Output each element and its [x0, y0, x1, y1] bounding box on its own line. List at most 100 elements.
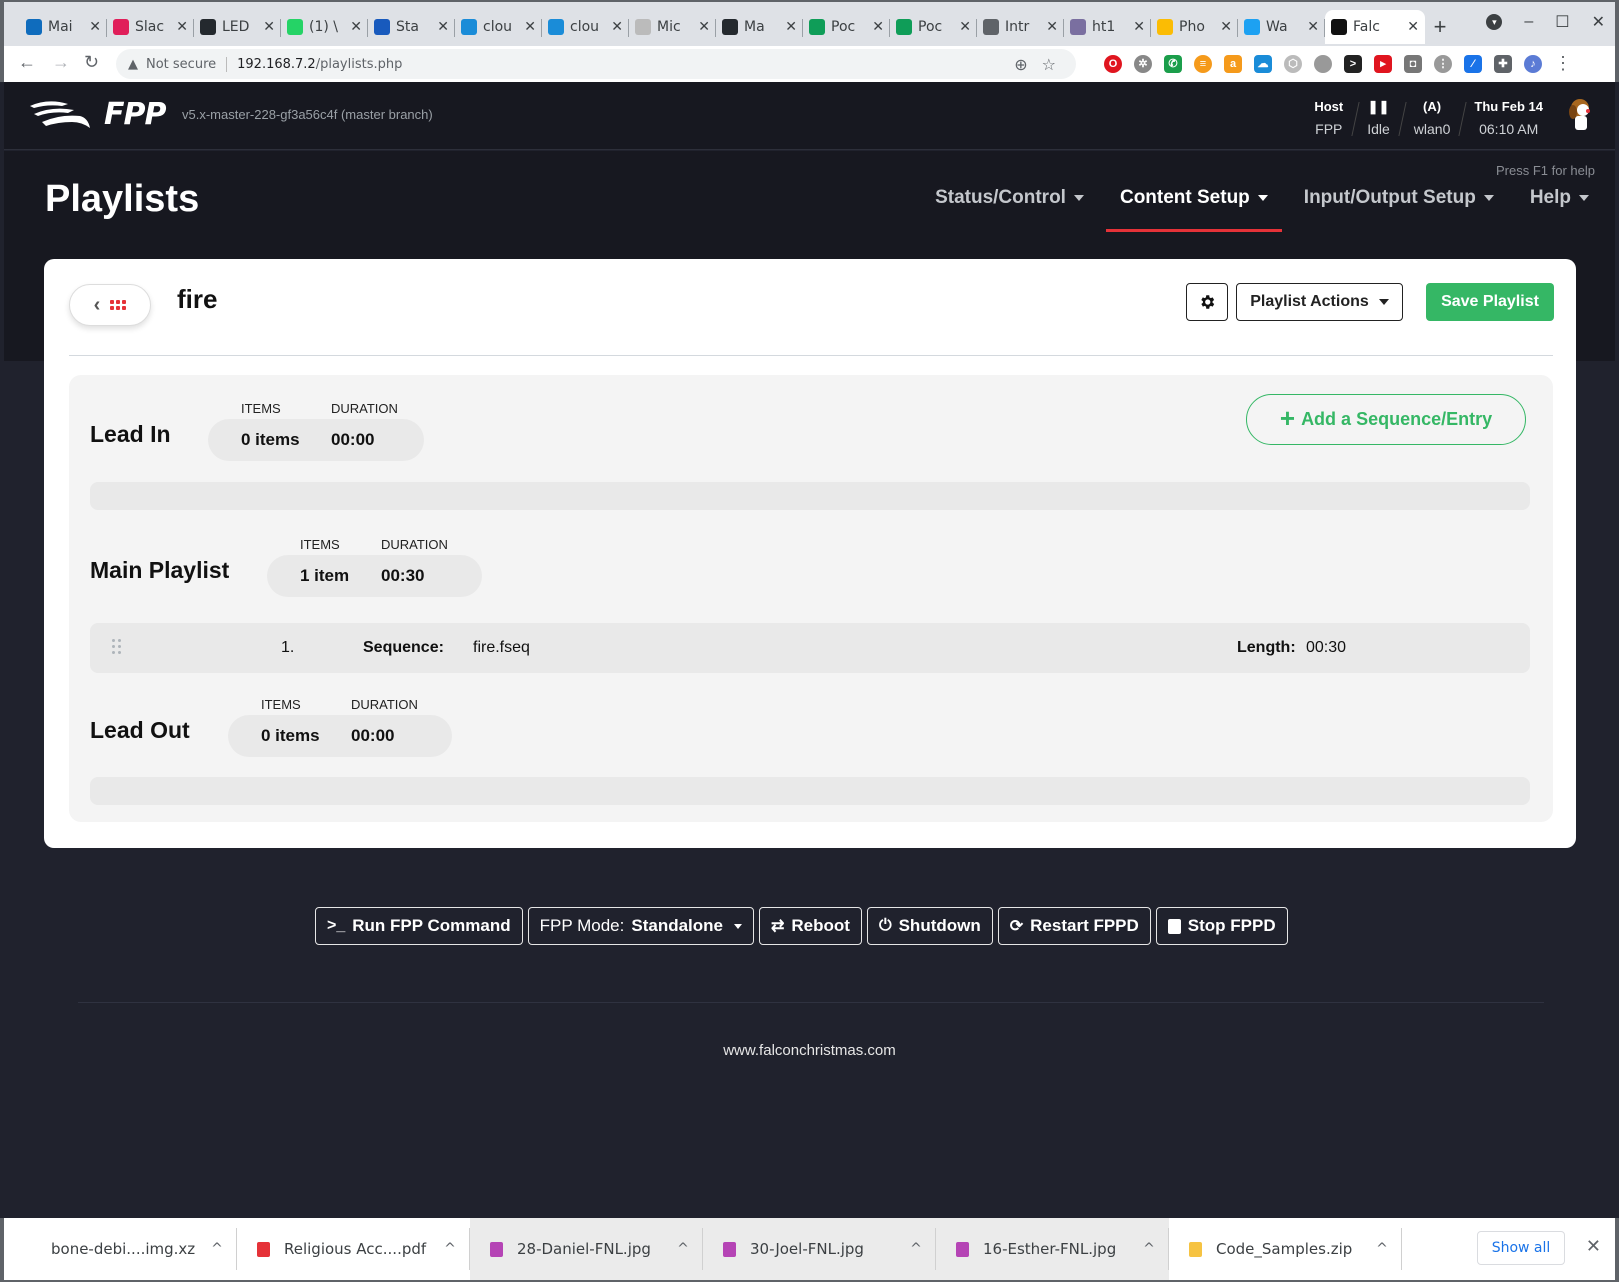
- chevron-up-icon[interactable]: ^: [197, 1241, 237, 1257]
- add-sequence-entry-button[interactable]: + Add a Sequence/Entry: [1246, 394, 1526, 445]
- nav-help[interactable]: Help: [1516, 187, 1603, 231]
- fpp-logo[interactable]: FPP: [28, 96, 166, 132]
- browser-tab[interactable]: Sta ✕: [368, 10, 455, 44]
- close-tab-icon[interactable]: ✕: [872, 19, 884, 35]
- drag-handle-icon[interactable]: [112, 639, 121, 654]
- status-player[interactable]: ❚❚ Idle: [1355, 96, 1402, 140]
- back-to-playlists-button[interactable]: ‹: [69, 284, 151, 326]
- section-title: Lead Out: [90, 717, 190, 743]
- browser-tab[interactable]: Intr ✕: [977, 10, 1064, 44]
- back-icon[interactable]: ←: [18, 52, 36, 73]
- close-tab-icon[interactable]: ✕: [524, 19, 536, 35]
- profile-avatar[interactable]: ♪: [1524, 54, 1542, 73]
- close-tab-icon[interactable]: ✕: [89, 19, 101, 35]
- bulb-extension-icon[interactable]: ◘: [1404, 54, 1422, 73]
- close-tab-icon[interactable]: ✕: [1220, 19, 1232, 35]
- download-item[interactable]: 30-Joel-FNL.jpg ^: [703, 1218, 936, 1280]
- lead-in-drop-zone[interactable]: [90, 482, 1530, 510]
- phone-extension-icon[interactable]: ✆: [1164, 54, 1182, 73]
- opera-extension-icon[interactable]: O: [1104, 54, 1122, 73]
- zoom-icon[interactable]: ⊕: [1014, 55, 1027, 74]
- fpp-mode-dropdown[interactable]: FPP Mode: Standalone: [527, 907, 754, 945]
- bookmark-star-icon[interactable]: ☆: [1042, 55, 1056, 74]
- save-playlist-button[interactable]: Save Playlist: [1426, 283, 1554, 321]
- browser-tab[interactable]: Falc ✕: [1325, 10, 1425, 44]
- browser-tab[interactable]: (1) \ ✕: [281, 10, 368, 44]
- close-shelf-icon[interactable]: ✕: [1586, 1236, 1601, 1257]
- new-tab-icon[interactable]: +: [1425, 10, 1455, 44]
- close-window-icon[interactable]: ✕: [1592, 12, 1605, 32]
- download-item[interactable]: 28-Daniel-FNL.jpg ^: [470, 1218, 703, 1280]
- close-tab-icon[interactable]: ✕: [1307, 19, 1319, 35]
- close-tab-icon[interactable]: ✕: [785, 19, 797, 35]
- playlist-entry-row[interactable]: 1. Sequence: fire.fseq Length: 00:30: [90, 623, 1530, 673]
- browser-tab[interactable]: Poc ✕: [890, 10, 977, 44]
- forward-icon[interactable]: →: [52, 52, 70, 73]
- close-tab-icon[interactable]: ✕: [1407, 19, 1419, 35]
- browser-menu-icon[interactable]: ⋮: [1554, 53, 1572, 74]
- download-item[interactable]: 16-Esther-FNL.jpg ^: [936, 1218, 1169, 1280]
- video-extension-icon[interactable]: ▸: [1374, 54, 1392, 73]
- maximize-icon[interactable]: ☐: [1555, 12, 1569, 32]
- close-tab-icon[interactable]: ✕: [959, 19, 971, 35]
- run-fpp-command-button[interactable]: >_ Run FPP Command: [315, 907, 523, 945]
- hex-extension-icon[interactable]: ⬡: [1284, 54, 1302, 73]
- status-host[interactable]: Host FPP: [1302, 96, 1355, 140]
- chevron-up-icon[interactable]: ^: [1129, 1241, 1169, 1257]
- close-tab-icon[interactable]: ✕: [176, 19, 188, 35]
- playlist-actions-dropdown[interactable]: Playlist Actions: [1236, 283, 1403, 321]
- close-tab-icon[interactable]: ✕: [1133, 19, 1145, 35]
- nav-content-setup[interactable]: Content Setup: [1105, 187, 1282, 232]
- footer-link[interactable]: www.falconchristmas.com: [4, 1042, 1615, 1059]
- status-network[interactable]: (A) wlan0: [1402, 96, 1463, 140]
- chevron-up-icon[interactable]: ^: [1362, 1241, 1402, 1257]
- download-item[interactable]: Code_Samples.zip ^: [1169, 1218, 1402, 1280]
- reload-icon[interactable]: ↻: [84, 52, 99, 73]
- close-tab-icon[interactable]: ✕: [350, 19, 362, 35]
- reboot-button[interactable]: ⇄ Reboot: [758, 907, 862, 945]
- close-tab-icon[interactable]: ✕: [1046, 19, 1058, 35]
- tree-extension-icon[interactable]: ⋮: [1434, 54, 1452, 73]
- cloud-extension-icon[interactable]: ☁: [1254, 54, 1272, 73]
- lead-out-drop-zone[interactable]: [90, 777, 1530, 805]
- address-bar[interactable]: ▲ Not secure 192.168.7.2/playlists.php ⊕…: [116, 49, 1076, 79]
- puzzle-extensions-icon[interactable]: ✚: [1494, 54, 1512, 73]
- browser-tab[interactable]: Mai ✕: [20, 10, 107, 44]
- browser-tab[interactable]: Mic ✕: [629, 10, 716, 44]
- browser-tab[interactable]: Poc ✕: [803, 10, 890, 44]
- nav-input-output-setup[interactable]: Input/Output Setup: [1290, 187, 1508, 231]
- close-tab-icon[interactable]: ✕: [263, 19, 275, 35]
- chevron-up-icon[interactable]: ^: [430, 1241, 470, 1257]
- browser-tab[interactable]: ht1 ✕: [1064, 10, 1151, 44]
- close-tab-icon[interactable]: ✕: [698, 19, 710, 35]
- minimize-icon[interactable]: –: [1524, 13, 1533, 31]
- restart-fppd-button[interactable]: ⟳ Restart FPPD: [997, 907, 1151, 945]
- show-all-downloads-button[interactable]: Show all: [1477, 1231, 1565, 1265]
- close-tab-icon[interactable]: ✕: [611, 19, 623, 35]
- browser-tab[interactable]: Wa ✕: [1238, 10, 1325, 44]
- playlist-settings-button[interactable]: [1186, 283, 1228, 321]
- sheets-icon: [896, 19, 912, 35]
- status-datetime[interactable]: Thu Feb 14 06:10 AM: [1462, 96, 1555, 140]
- chevron-up-icon[interactable]: ^: [896, 1241, 936, 1257]
- tab-search-icon[interactable]: ▾: [1486, 14, 1503, 30]
- browser-tab[interactable]: clou ✕: [542, 10, 629, 44]
- terminal-extension-icon[interactable]: >: [1344, 54, 1362, 73]
- close-tab-icon[interactable]: ✕: [437, 19, 449, 35]
- browser-tab[interactable]: LED ✕: [194, 10, 281, 44]
- amazon-extension-icon[interactable]: a: [1224, 54, 1242, 73]
- sun-extension-icon[interactable]: ≡: [1194, 54, 1212, 73]
- browser-tab[interactable]: Ma ✕: [716, 10, 803, 44]
- download-item[interactable]: Religious Acc....pdf ^: [237, 1218, 470, 1280]
- feather-extension-icon[interactable]: ⁄: [1464, 54, 1482, 73]
- browser-tab[interactable]: Pho ✕: [1151, 10, 1238, 44]
- browser-tab[interactable]: clou ✕: [455, 10, 542, 44]
- settings-extension-icon[interactable]: ✲: [1134, 54, 1152, 73]
- browser-tab[interactable]: Slac ✕: [107, 10, 194, 44]
- shutdown-button[interactable]: ⏻ Shutdown: [866, 907, 993, 945]
- stop-fppd-button[interactable]: Stop FPPD: [1155, 907, 1288, 945]
- balloon-extension-icon[interactable]: [1314, 54, 1332, 73]
- chevron-up-icon[interactable]: ^: [663, 1241, 703, 1257]
- download-item[interactable]: bone-debi....img.xz ^: [4, 1218, 237, 1280]
- nav-status-control[interactable]: Status/Control: [921, 187, 1098, 231]
